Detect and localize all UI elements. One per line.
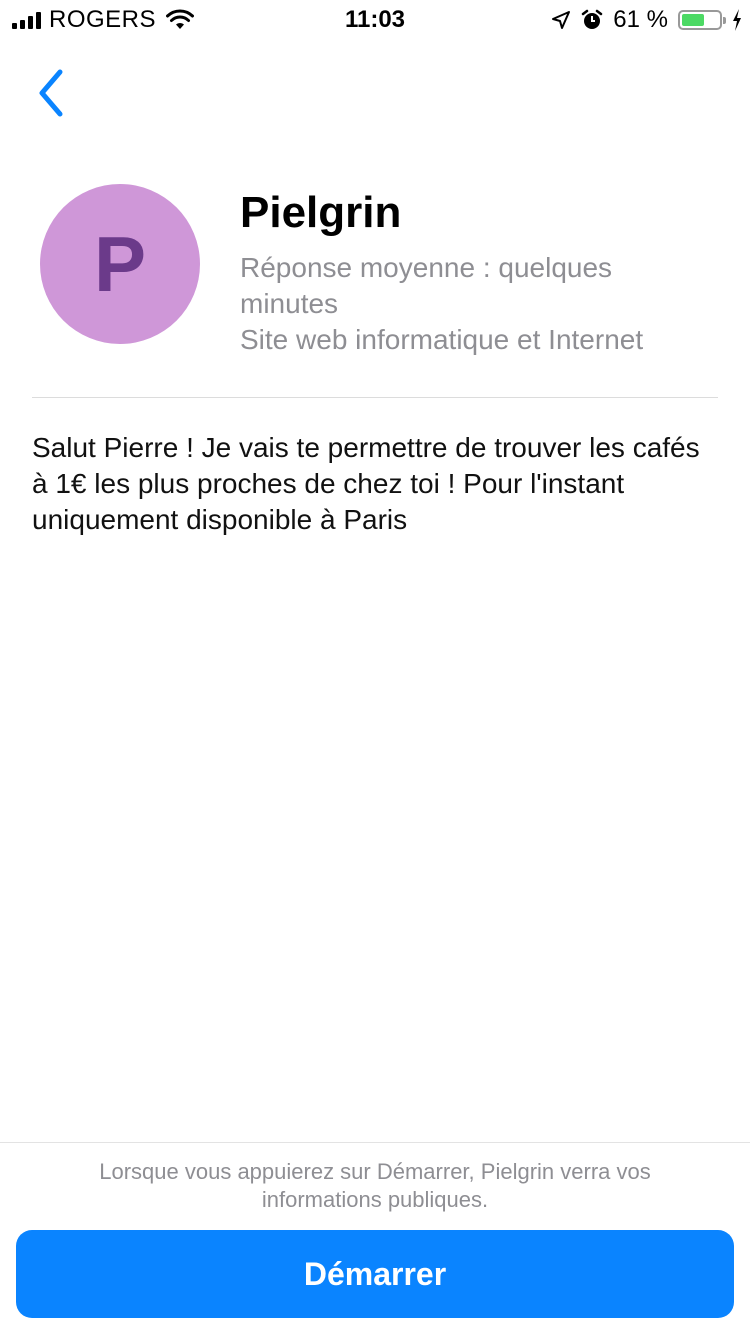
category-text: Site web informatique et Internet: [240, 324, 644, 355]
battery-percent: 61 %: [613, 6, 668, 33]
chevron-left-icon: [39, 69, 63, 117]
battery-icon: [678, 10, 726, 30]
back-button[interactable]: [32, 68, 76, 118]
response-time-text: Réponse moyenne : quelques minutes: [240, 252, 613, 319]
location-arrow-icon: [552, 11, 571, 29]
divider: [32, 397, 718, 398]
charging-bolt-icon: [733, 9, 741, 31]
status-bar: ROGERS 11:03 61 %: [0, 0, 750, 40]
greeting-message: Salut Pierre ! Je vais te permettre de t…: [32, 432, 700, 535]
profile-meta: Réponse moyenne : quelques minutes Site …: [240, 250, 710, 358]
start-button[interactable]: Démarrer: [16, 1230, 734, 1318]
status-right: 61 %: [551, 6, 742, 34]
privacy-note: Lorsque vous appuierez sur Démarrer, Pie…: [99, 1159, 651, 1212]
avatar: P: [40, 184, 200, 344]
battery-level-fill: [682, 14, 704, 26]
alarm-icon: [582, 9, 603, 29]
page-title: Pielgrin: [240, 188, 402, 237]
footer-divider: [0, 1142, 750, 1143]
avatar-letter: P: [93, 220, 147, 308]
